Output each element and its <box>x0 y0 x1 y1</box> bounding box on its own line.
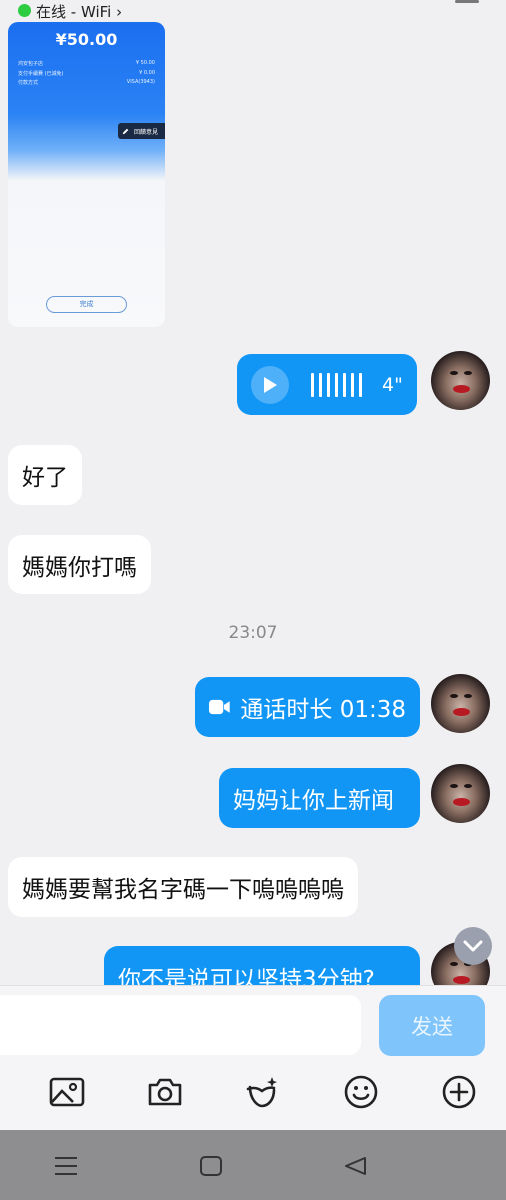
avatar[interactable] <box>431 351 490 410</box>
camera-icon[interactable] <box>145 1072 185 1112</box>
incoming-message[interactable]: 好了 <box>8 445 82 505</box>
avatar[interactable] <box>431 674 490 733</box>
receipt-row-value: ¥ 0.00 <box>139 70 155 76</box>
composer-toolbar <box>0 1060 506 1130</box>
receipt-row-label: 支付手續費 (已減免) <box>18 71 64 77</box>
voice-duration: 4" <box>382 373 403 396</box>
edit-icon <box>122 128 129 134</box>
incoming-message[interactable]: 媽媽要幫我名字碼一下嗚嗚嗚嗚 <box>8 857 358 917</box>
sticker-icon[interactable] <box>242 1072 282 1112</box>
composer: 发送 <box>0 985 506 1060</box>
voice-message-bubble[interactable]: 4" <box>237 354 417 415</box>
receipt-row: 鸿安包子店 ¥ 50.00 <box>18 60 155 67</box>
receipt-row: 支付手續費 (已減免) ¥ 0.00 <box>18 70 155 77</box>
message-timestamp: 23:07 <box>228 623 278 643</box>
avatar[interactable] <box>431 764 490 823</box>
status-bar: 在线 - WiFi › <box>0 0 506 22</box>
message-input[interactable] <box>0 995 361 1055</box>
online-status-dot <box>18 4 31 17</box>
receipt-image-message[interactable]: ¥50.00 鸿安包子店 ¥ 50.00 支付手續費 (已減免) ¥ 0.00 … <box>8 22 165 327</box>
voice-waveform-icon <box>311 372 362 397</box>
receipt-row: 付款方式 VISA(3943) <box>18 79 155 86</box>
call-record-bubble[interactable]: 通话时长 01:38 <box>195 677 420 737</box>
send-button[interactable]: 发送 <box>379 995 485 1056</box>
system-navigation-bar <box>0 1130 506 1200</box>
call-duration-label: 通话时长 01:38 <box>240 697 406 723</box>
play-icon[interactable] <box>251 365 289 404</box>
menu-icon[interactable] <box>52 1152 80 1180</box>
scroll-to-bottom-button[interactable] <box>454 927 492 965</box>
back-icon[interactable] <box>342 1152 370 1180</box>
chevron-down-icon <box>463 940 483 952</box>
done-button[interactable]: 完成 <box>46 296 127 313</box>
receipt-row-value: ¥ 50.00 <box>135 60 155 66</box>
outgoing-message[interactable]: 妈妈让你上新闻 <box>219 768 420 828</box>
receipt-amount: ¥50.00 <box>55 30 118 49</box>
feedback-button[interactable]: 回饋意見 <box>118 123 165 139</box>
receipt-row-label: 付款方式 <box>18 80 39 86</box>
online-status-text[interactable]: 在线 - WiFi › <box>36 1 122 22</box>
image-icon[interactable] <box>47 1072 87 1112</box>
video-call-icon <box>209 699 230 715</box>
emoji-icon[interactable] <box>341 1072 381 1112</box>
home-icon[interactable] <box>197 1152 225 1180</box>
incoming-message[interactable]: 媽媽你打嗎 <box>8 535 151 594</box>
receipt-row-label: 鸿安包子店 <box>18 61 44 67</box>
receipt-row-value: VISA(3943) <box>126 79 155 85</box>
plus-icon[interactable] <box>439 1072 479 1112</box>
feedback-label: 回饋意見 <box>134 128 159 136</box>
menu-handle-icon[interactable] <box>455 0 479 3</box>
